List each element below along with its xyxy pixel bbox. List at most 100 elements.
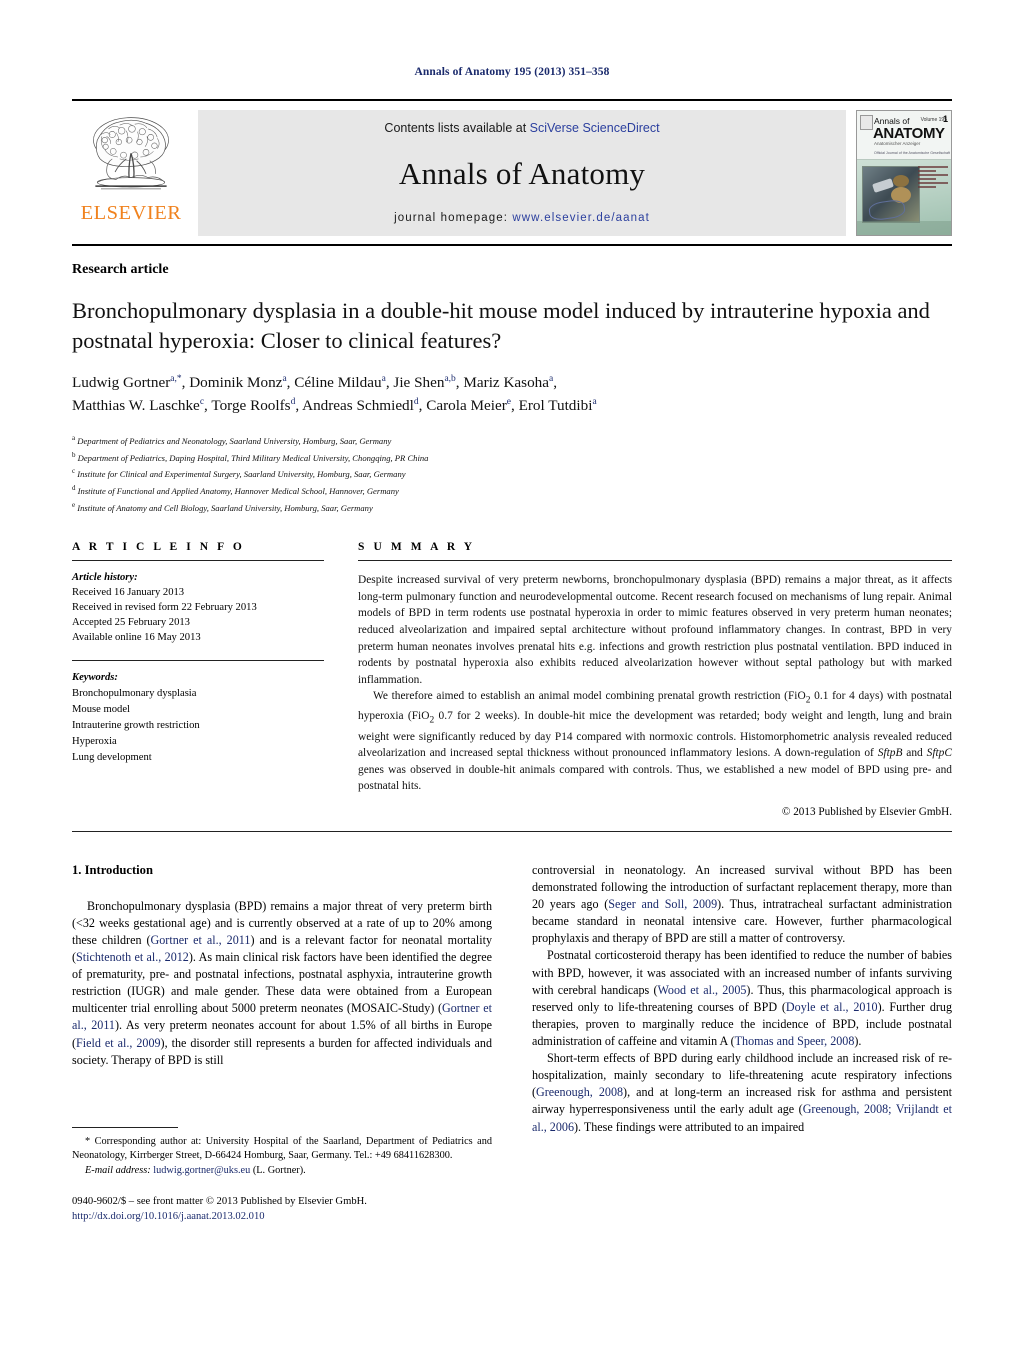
- body-column-left: 1. Introduction Bronchopulmonary dysplas…: [72, 862, 492, 1225]
- cover-photo-scribble: [867, 198, 907, 222]
- paper-page: Annals of Anatomy 195 (2013) 351–358 ELS…: [0, 0, 1020, 1351]
- article-history-label: Article history:: [72, 572, 138, 584]
- affiliation-text: Department of Pediatrics and Neonatology…: [77, 435, 392, 446]
- email-note: E-mail address: ludwig.gortner@uks.eu (L…: [72, 1164, 492, 1178]
- body-column-right: controversial in neonatology. An increas…: [532, 862, 952, 1225]
- page-content: Annals of Anatomy 195 (2013) 351–358 ELS…: [72, 0, 952, 1225]
- cover-text-line: [918, 182, 948, 184]
- journal-band: Contents lists available at SciVerse Sci…: [198, 110, 846, 236]
- history-item: Available online 16 May 2013: [72, 632, 201, 644]
- citation-link[interactable]: Gortner et al., 2011: [72, 1001, 492, 1032]
- article-history-block: Article history: Received 16 January 201…: [72, 570, 324, 645]
- cover-anatomy-text: ANATOMY: [873, 125, 945, 142]
- email-suffix: (L. Gortner).: [252, 1164, 306, 1176]
- citation-link[interactable]: Doyle et al., 2010: [786, 1000, 878, 1014]
- affiliation-item: a Department of Pediatrics and Neonatolo…: [72, 432, 952, 449]
- history-item: Accepted 25 February 2013: [72, 617, 190, 629]
- corresponding-author-note: * Corresponding author at: University Ho…: [72, 1135, 492, 1162]
- affiliation-marker: b: [72, 450, 76, 459]
- info-summary-section: A R T I C L E I N F O Article history: R…: [72, 541, 952, 818]
- email-link[interactable]: ludwig.gortner@uks.eu: [153, 1165, 250, 1176]
- affiliation-item: d Institute of Functional and Applied An…: [72, 482, 952, 499]
- author-affil-marker: a,b: [444, 373, 456, 384]
- cover-photo: [862, 166, 920, 223]
- citation-link[interactable]: Thomas and Speer, 2008: [735, 1034, 855, 1048]
- affiliation-item: e Institute of Anatomy and Cell Biology,…: [72, 499, 952, 516]
- citation-link[interactable]: Gortner et al., 2011: [151, 933, 251, 947]
- page-title: Bronchopulmonary dysplasia in a double-h…: [72, 298, 930, 353]
- homepage-url-link[interactable]: www.elsevier.de/aanat: [512, 212, 650, 224]
- keywords-label: Keywords:: [72, 672, 118, 684]
- history-item: Received in revised form 22 February 201…: [72, 602, 257, 614]
- author-affil-marker: a: [592, 397, 597, 408]
- cover-right-textblock: [918, 166, 948, 190]
- keyword-item: Mouse model: [72, 704, 130, 716]
- article-info-rule: [72, 560, 324, 562]
- cover-text-line: [918, 174, 948, 176]
- keyword-item: Hyperoxia: [72, 735, 117, 747]
- affiliation-item: b Department of Pediatrics, Daping Hospi…: [72, 449, 952, 466]
- author-affil-marker: a,*: [170, 373, 182, 384]
- affiliation-marker: c: [72, 467, 76, 476]
- homepage-label: journal homepage:: [394, 212, 513, 224]
- citation-link[interactable]: Greenough, 2008: [536, 1085, 623, 1099]
- intro-paragraph-right-1: controversial in neonatology. An increas…: [532, 862, 953, 946]
- doi-link[interactable]: http://dx.doi.org/10.1016/j.aanat.2013.0…: [72, 1209, 492, 1224]
- citation-link[interactable]: Field et al., 2009: [76, 1036, 161, 1050]
- body-columns: 1. Introduction Bronchopulmonary dysplas…: [72, 862, 952, 1225]
- cover-photo-shape-a: [872, 178, 894, 193]
- cover-text-line: [918, 186, 936, 188]
- intro-paragraph-right-2: Postnatal corticosteroid therapy has bee…: [532, 948, 953, 1048]
- article-info-column: A R T I C L E I N F O Article history: R…: [72, 541, 324, 818]
- author-affil-marker: c: [199, 397, 205, 408]
- contents-prefix: Contents lists available at: [384, 121, 530, 135]
- cover-issue-number: 1: [942, 114, 948, 124]
- citation-link[interactable]: Stichtenoth et al., 2012: [76, 950, 189, 964]
- author-affil-marker: a: [282, 373, 287, 384]
- keyword-item: Bronchopulmonary dysplasia: [72, 688, 197, 700]
- abstract-paragraph-1: Despite increased survival of very prete…: [358, 574, 952, 686]
- affiliation-text: Institute of Anatomy and Cell Biology, S…: [77, 502, 373, 513]
- section-divider-rule: [72, 830, 952, 832]
- affiliation-text: Institute for Clinical and Experimental …: [77, 469, 406, 480]
- cover-text-line: [918, 178, 936, 180]
- contents-available-line: Contents lists available at SciVerse Sci…: [384, 121, 659, 135]
- intro-paragraph-right-3: Short-term effects of BPD during early c…: [532, 1051, 953, 1134]
- journal-masthead: ELSEVIER Contents lists available at Sci…: [72, 99, 952, 236]
- summary-heading: S U M M A R Y: [358, 541, 476, 554]
- cover-text-line: [918, 170, 936, 172]
- author-affil-marker: e: [506, 397, 511, 408]
- author-affil-marker: d: [413, 397, 419, 408]
- footnote-rule: [72, 1126, 178, 1128]
- summary-rule: [358, 560, 952, 562]
- issn-line: 0940-9602/$ – see front matter © 2013 Pu…: [72, 1196, 367, 1208]
- cover-text-line: [918, 166, 948, 168]
- citation-link[interactable]: Greenough, 2008; Vrijlandt et al., 2006: [532, 1102, 952, 1133]
- author-affil-marker: a: [549, 373, 554, 384]
- masthead-bottom-rule: [72, 244, 952, 246]
- summary-column: S U M M A R Y Despite increased survival…: [358, 541, 952, 818]
- abstract-text: Despite increased survival of very prete…: [358, 572, 952, 795]
- abstract-copyright: © 2013 Published by Elsevier GmbH.: [781, 805, 952, 818]
- elsevier-wordmark: ELSEVIER: [80, 202, 182, 224]
- section-heading-introduction: 1. Introduction: [72, 862, 153, 877]
- author-affil-marker: a: [381, 373, 386, 384]
- abstract-paragraph-2: We therefore aimed to establish an anima…: [358, 690, 953, 793]
- cover-photo-shape-c: [893, 175, 909, 187]
- affiliation-marker: e: [72, 500, 76, 509]
- cover-emblem-icon: [860, 115, 873, 130]
- affiliation-list: a Department of Pediatrics and Neonatolo…: [72, 432, 952, 515]
- affiliation-marker: a: [72, 433, 76, 442]
- journal-homepage-line: journal homepage: www.elsevier.de/aanat: [394, 212, 650, 224]
- keyword-item: Intrauterine growth restriction: [72, 720, 200, 731]
- sciencedirect-link[interactable]: SciVerse ScienceDirect: [530, 121, 660, 135]
- affiliation-item: c Institute for Clinical and Experimenta…: [72, 465, 952, 482]
- citation-link[interactable]: Seger and Soll, 2009: [608, 897, 717, 911]
- affiliation-text: Institute of Functional and Applied Anat…: [77, 485, 399, 496]
- affiliation-text: Department of Pediatrics, Daping Hospita…: [77, 452, 429, 463]
- author-affil-marker: d: [290, 397, 296, 408]
- cover-subtitle: Anatomischer Anzeiger: [874, 141, 921, 146]
- citation-link[interactable]: Wood et al., 2005: [657, 983, 746, 997]
- journal-cover-thumbnail: Annals of Volume 195 1 ANATOMY Anatomisc…: [856, 110, 952, 236]
- article-type-label: Research article: [72, 262, 169, 277]
